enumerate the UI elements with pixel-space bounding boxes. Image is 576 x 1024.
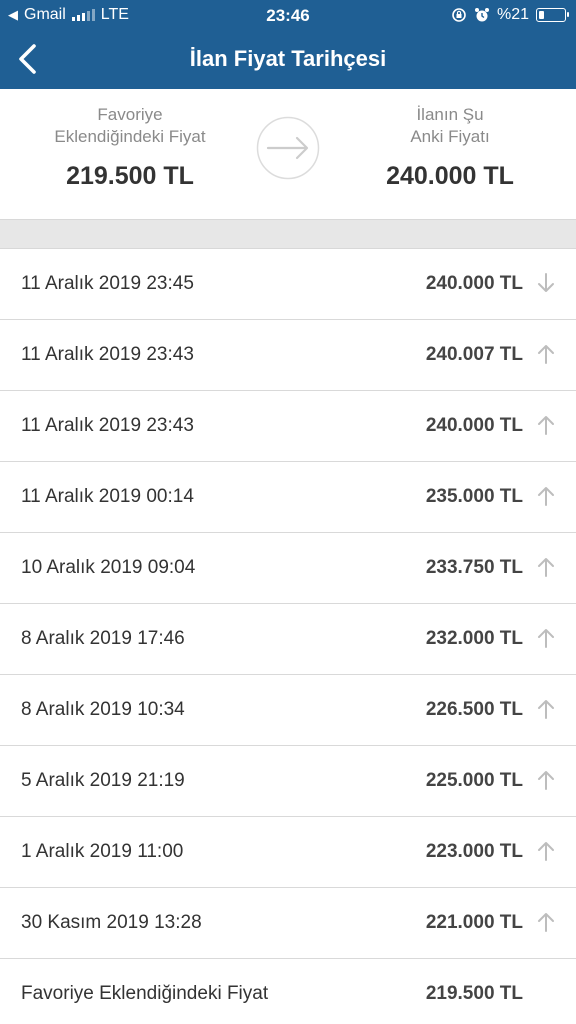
- arrow-right-icon: [256, 116, 320, 180]
- history-date: 5 Aralık 2019 21:19: [21, 770, 185, 791]
- price-history-list[interactable]: 11 Aralık 2019 23:45 240.000 TL 11 Aralı…: [0, 249, 576, 1024]
- history-row: 11 Aralık 2019 23:45 240.000 TL: [0, 249, 576, 320]
- history-price: 235.000 TL: [425, 486, 523, 507]
- history-date: Favoriye Eklendiğindeki Fiyat: [21, 983, 269, 1004]
- history-price: 223.000 TL: [425, 841, 523, 862]
- history-price: 240.000 TL: [425, 415, 523, 436]
- history-price: 233.750 TL: [425, 557, 523, 578]
- history-date: 8 Aralık 2019 17:46: [21, 628, 185, 649]
- history-price: 226.500 TL: [425, 699, 523, 720]
- history-price: 240.007 TL: [425, 344, 523, 365]
- arrow-up-icon: [535, 626, 557, 650]
- status-bar: ◀ Gmail LTE 23:46 %21: [0, 0, 576, 30]
- history-date: 8 Aralık 2019 10:34: [21, 699, 185, 720]
- history-date: 10 Aralık 2019 09:04: [21, 557, 196, 578]
- battery-percent: %21: [496, 6, 529, 23]
- history-date: 11 Aralık 2019 23:45: [21, 273, 194, 294]
- history-row: 10 Aralık 2019 09:04 233.750 TL: [0, 533, 576, 604]
- price-summary: Favoriye Eklendiğindeki Fiyat 219.500 TL…: [0, 89, 576, 219]
- history-price: 232.000 TL: [425, 628, 523, 649]
- history-row: 11 Aralık 2019 23:43 240.000 TL: [0, 391, 576, 462]
- favorite-price-label-line2: Eklendiğindeki Fiyat: [54, 127, 206, 146]
- status-right: %21: [451, 6, 569, 24]
- navigation-bar: İlan Fiyat Tarihçesi: [0, 30, 576, 89]
- history-row: 8 Aralık 2019 10:34 226.500 TL: [0, 675, 576, 746]
- history-row: 30 Kasım 2019 13:28 221.000 TL: [0, 888, 576, 959]
- history-row: 11 Aralık 2019 00:14 235.000 TL: [0, 462, 576, 533]
- favorite-price-label: Favoriye Eklendiğindeki Fiyat: [20, 104, 240, 148]
- favorite-price-block: Favoriye Eklendiğindeki Fiyat 219.500 TL: [20, 104, 240, 191]
- section-divider: [0, 219, 576, 249]
- history-price: 221.000 TL: [425, 912, 523, 933]
- history-row: 8 Aralık 2019 17:46 232.000 TL: [0, 604, 576, 675]
- current-price-block: İlanın Şu Anki Fiyatı 240.000 TL: [340, 104, 560, 191]
- history-row: 1 Aralık 2019 11:00 223.000 TL: [0, 817, 576, 888]
- current-price-label: İlanın Şu Anki Fiyatı: [340, 104, 560, 148]
- arrow-up-icon: [535, 697, 557, 721]
- favorite-price-value: 219.500 TL: [66, 162, 194, 190]
- history-date: 1 Aralık 2019 11:00: [21, 841, 184, 862]
- arrow-up-icon: [535, 839, 557, 863]
- history-date: 11 Aralık 2019 23:43: [21, 415, 194, 436]
- current-price-label-line2: Anki Fiyatı: [410, 127, 490, 146]
- arrow-up-icon: [535, 555, 557, 579]
- arrow-up-icon: [535, 910, 557, 934]
- arrow-down-icon: [535, 271, 557, 295]
- history-row-favorite: Favoriye Eklendiğindeki Fiyat 219.500 TL: [0, 959, 576, 1024]
- arrow-up-icon: [535, 768, 557, 792]
- current-price-label-line1: İlanın Şu: [416, 105, 484, 124]
- arrow-up-icon: [535, 484, 557, 508]
- arrow-up-icon: [535, 413, 557, 437]
- history-price: 225.000 TL: [425, 770, 523, 791]
- history-row: 11 Aralık 2019 23:43 240.007 TL: [0, 320, 576, 391]
- history-date: 11 Aralık 2019 00:14: [21, 486, 194, 507]
- current-price-value: 240.000 TL: [386, 162, 514, 190]
- history-price: 240.000 TL: [425, 273, 523, 294]
- arrow-up-icon: [535, 342, 557, 366]
- favorite-price-label-line1: Favoriye: [97, 105, 163, 124]
- history-date: 30 Kasım 2019 13:28: [21, 912, 202, 933]
- battery-icon: [536, 8, 569, 22]
- alarm-icon: [474, 8, 489, 22]
- page-title: İlan Fiyat Tarihçesi: [189, 46, 387, 71]
- rotation-lock-icon: [452, 8, 466, 22]
- history-price: 219.500 TL: [425, 983, 523, 1004]
- history-date: 11 Aralık 2019 23:43: [21, 344, 194, 365]
- history-row: 5 Aralık 2019 21:19 225.000 TL: [0, 746, 576, 817]
